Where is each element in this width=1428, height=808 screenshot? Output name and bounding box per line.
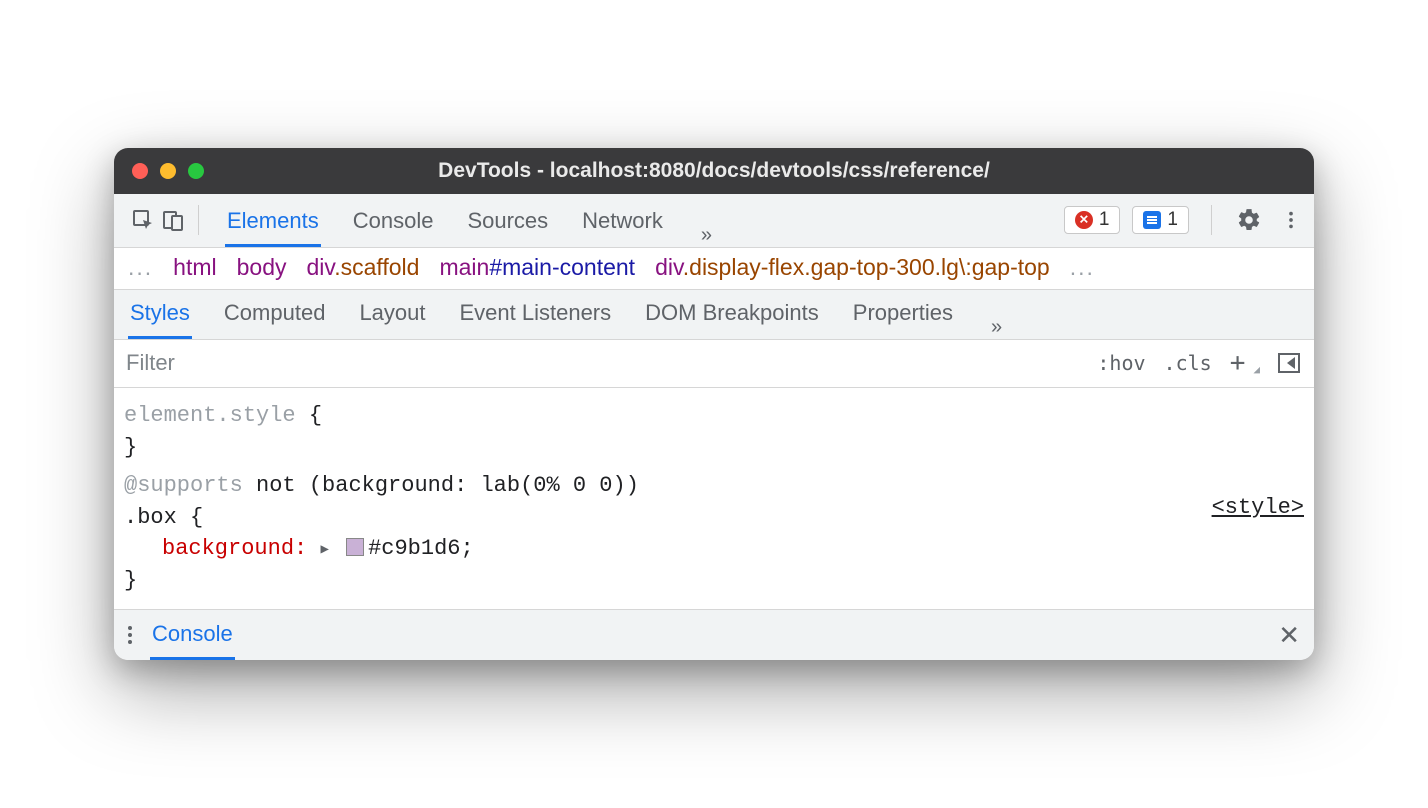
drawer-menu-icon[interactable] <box>128 626 132 644</box>
breadcrumb-item[interactable]: html <box>173 254 216 281</box>
subtab-layout[interactable]: Layout <box>357 290 427 339</box>
close-window-button[interactable] <box>132 163 148 179</box>
breadcrumb-ellipsis-left[interactable]: ... <box>128 254 153 281</box>
devtools-window: DevTools - localhost:8080/docs/devtools/… <box>114 148 1314 660</box>
rule-source-link[interactable]: <style> <box>1212 492 1304 524</box>
toggle-computed-panel-icon[interactable] <box>1278 353 1300 373</box>
window-controls <box>132 163 204 179</box>
breadcrumb-item[interactable]: body <box>237 254 287 281</box>
cls-toggle[interactable]: .cls <box>1164 351 1212 375</box>
styles-pane: element.style { } <style> @supports not … <box>114 388 1314 610</box>
subtab-styles[interactable]: Styles <box>128 290 192 339</box>
minimize-window-button[interactable] <box>160 163 176 179</box>
declaration-property[interactable]: background <box>162 536 294 561</box>
styles-subtabs: Styles Computed Layout Event Listeners D… <box>114 290 1314 340</box>
at-rule-keyword: @supports <box>124 473 243 498</box>
toolbar-separator <box>1211 205 1212 235</box>
drawer-close-button[interactable]: ✕ <box>1278 620 1300 651</box>
rule-selector[interactable]: .box <box>124 505 177 530</box>
styles-filter-bar: :hov .cls + ◢ <box>114 340 1314 388</box>
breadcrumb-ellipsis-right[interactable]: ... <box>1070 254 1095 281</box>
tab-elements[interactable]: Elements <box>225 198 321 247</box>
more-tabs-icon[interactable]: » <box>695 224 718 247</box>
element-style-selector: element.style <box>124 403 296 428</box>
message-icon <box>1143 211 1161 229</box>
element-style-rule[interactable]: element.style { } <box>124 400 1304 464</box>
breadcrumb-item[interactable]: div.scaffold <box>307 254 420 281</box>
color-swatch[interactable] <box>346 538 364 556</box>
console-drawer: Console ✕ <box>114 610 1314 660</box>
new-style-rule-button[interactable]: + <box>1230 348 1246 378</box>
breadcrumb-item[interactable]: div.display-flex.gap-top-300.lg\:gap-top <box>655 254 1050 281</box>
toolbar-right: 1 1 <box>1064 205 1306 235</box>
window-title: DevTools - localhost:8080/docs/devtools/… <box>438 159 990 183</box>
styles-filter-input[interactable] <box>114 342 1083 384</box>
device-toolbar-icon[interactable] <box>158 205 188 235</box>
styles-filter-tools: :hov .cls + ◢ <box>1083 348 1314 378</box>
errors-count: 1 <box>1099 209 1110 231</box>
declaration[interactable]: background: ▶ #c9b1d6; <box>124 533 1304 565</box>
breadcrumb-item[interactable]: main#main-content <box>439 254 635 281</box>
subtab-computed[interactable]: Computed <box>222 290 328 339</box>
rule-close-brace: } <box>124 568 137 593</box>
subtab-event-listeners[interactable]: Event Listeners <box>458 290 614 339</box>
more-subtabs-icon[interactable]: » <box>985 316 1008 339</box>
drawer-tab-console[interactable]: Console <box>150 611 235 660</box>
toolbar-separator <box>198 205 199 235</box>
main-toolbar: Elements Console Sources Network » 1 1 <box>114 194 1314 248</box>
expand-shorthand-icon[interactable]: ▶ <box>320 540 328 560</box>
css-rule[interactable]: <style> @supports not (background: lab(0… <box>124 470 1304 598</box>
resize-grip-icon: ◢ <box>1253 363 1260 376</box>
tab-sources[interactable]: Sources <box>465 198 550 247</box>
messages-count: 1 <box>1167 209 1178 231</box>
errors-badge[interactable]: 1 <box>1064 206 1121 234</box>
kebab-menu-icon[interactable] <box>1276 205 1306 235</box>
error-icon <box>1075 211 1093 229</box>
titlebar: DevTools - localhost:8080/docs/devtools/… <box>114 148 1314 194</box>
maximize-window-button[interactable] <box>188 163 204 179</box>
declaration-semicolon: ; <box>461 536 474 561</box>
messages-badge[interactable]: 1 <box>1132 206 1189 234</box>
settings-icon[interactable] <box>1234 205 1264 235</box>
inspect-icon[interactable] <box>128 205 158 235</box>
subtab-properties[interactable]: Properties <box>851 290 955 339</box>
rule-open-brace: { <box>190 505 203 530</box>
main-tabs: Elements Console Sources Network » <box>225 194 718 247</box>
declaration-value[interactable]: #c9b1d6 <box>368 536 460 561</box>
rule-open-brace: { <box>309 403 322 428</box>
hov-toggle[interactable]: :hov <box>1097 351 1145 375</box>
dom-breadcrumb: ... html body div.scaffold main#main-con… <box>114 248 1314 290</box>
subtab-dom-breakpoints[interactable]: DOM Breakpoints <box>643 290 821 339</box>
tab-network[interactable]: Network <box>580 198 665 247</box>
tab-console[interactable]: Console <box>351 198 436 247</box>
rule-close-brace: } <box>124 435 137 460</box>
at-rule-condition: not (background: lab(0% 0 0)) <box>256 473 639 498</box>
